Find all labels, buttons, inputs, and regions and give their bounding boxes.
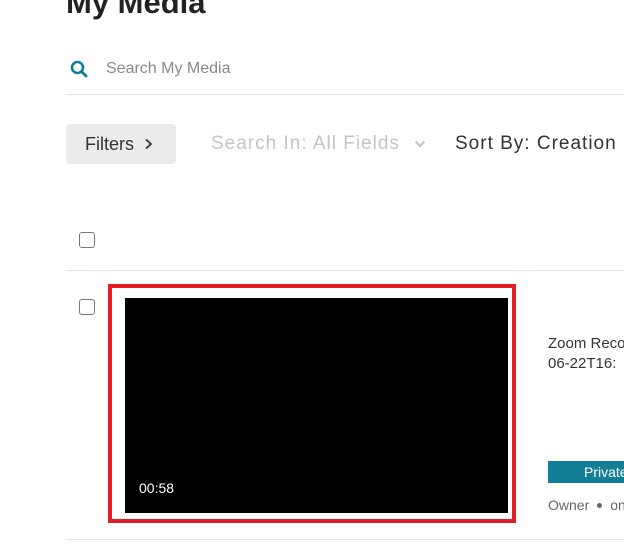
duration-label: 00:58 [139, 480, 175, 496]
select-all-checkbox[interactable] [79, 232, 95, 248]
search-in-dropdown[interactable]: Search In: All Fields [211, 133, 426, 155]
page-title: My Media [66, 0, 206, 20]
filters-button[interactable]: Filters [66, 124, 176, 164]
search-input[interactable] [106, 58, 606, 80]
privacy-badge: Private [548, 461, 624, 483]
sort-by-dropdown[interactable]: Sort By: Creation [455, 133, 617, 155]
media-thumbnail[interactable]: 00:58 [125, 298, 508, 513]
owner-label: Owner [548, 497, 590, 513]
media-list-item: 00:58 Zoom Reco 06-22T16: Private Owner … [66, 271, 624, 540]
media-meta: Owner on [548, 497, 624, 513]
search-in-label: Search In: All Fields [211, 133, 400, 154]
media-title-line1: Zoom Reco [548, 335, 624, 352]
filters-button-label: Filters [85, 133, 134, 154]
search-bar [66, 48, 624, 95]
chevron-right-icon [145, 138, 153, 150]
chevron-down-icon [414, 140, 426, 148]
search-icon[interactable] [70, 60, 88, 78]
separator-dot [597, 502, 603, 508]
media-title-line2: 06-22T16: [548, 355, 617, 372]
meta-more-text: on [610, 497, 624, 513]
table-header-row [66, 211, 624, 271]
row-select-checkbox[interactable] [79, 299, 95, 315]
media-title-link[interactable]: Zoom Reco 06-22T16: [548, 334, 624, 374]
